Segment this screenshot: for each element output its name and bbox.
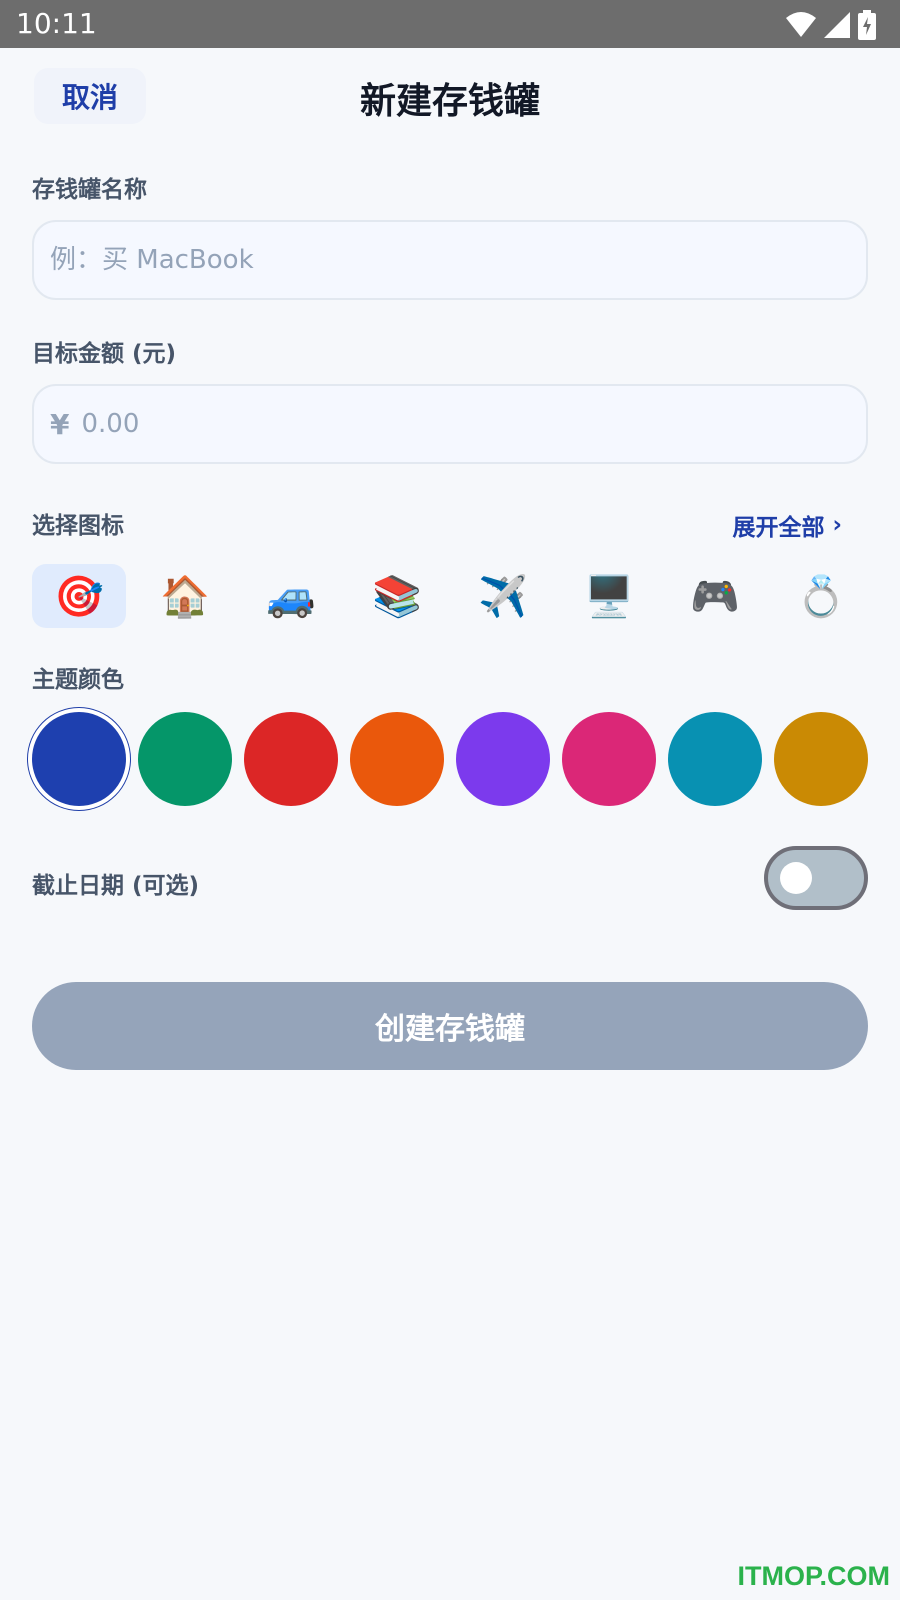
- deadline-toggle[interactable]: [764, 846, 868, 910]
- battery-charging-icon: [858, 10, 876, 40]
- amount-input[interactable]: [81, 409, 866, 439]
- expand-all-link[interactable]: 展开全部 ›: [733, 508, 842, 542]
- name-label: 存钱罐名称: [32, 177, 147, 203]
- toggle-knob: [780, 862, 812, 894]
- cellular-signal-icon: [824, 12, 850, 38]
- create-button[interactable]: 创建存钱罐: [32, 982, 868, 1070]
- currency-symbol: ¥: [50, 407, 70, 441]
- icon-section-label: 选择图标: [32, 513, 124, 539]
- color-swatch[interactable]: [774, 712, 868, 806]
- car-icon[interactable]: 🚙: [244, 564, 338, 628]
- header: 取消 新建存钱罐: [0, 48, 900, 148]
- amount-label: 目标金额 (元): [32, 341, 177, 367]
- status-time: 10:11: [16, 7, 97, 40]
- theme-color-label: 主题颜色: [32, 667, 124, 693]
- status-bar: 10:11: [0, 0, 900, 48]
- color-swatch[interactable]: [668, 712, 762, 806]
- computer-icon[interactable]: 🖥️: [562, 564, 656, 628]
- watermark: ITMOP.COM: [737, 1561, 890, 1591]
- books-icon[interactable]: 📚: [350, 564, 444, 628]
- house-icon[interactable]: 🏠: [138, 564, 232, 628]
- target-icon[interactable]: 🎯: [32, 564, 126, 628]
- color-picker: [32, 712, 868, 806]
- icon-picker: 🎯 🏠 🚙 📚 ✈️ 🖥️ 🎮 💍: [32, 564, 868, 628]
- ring-icon[interactable]: 💍: [774, 564, 868, 628]
- chevron-right-icon: ›: [832, 512, 842, 538]
- color-swatch[interactable]: [244, 712, 338, 806]
- wifi-icon: [786, 12, 816, 37]
- color-swatch[interactable]: [562, 712, 656, 806]
- color-swatch[interactable]: [350, 712, 444, 806]
- color-swatch[interactable]: [138, 712, 232, 806]
- amount-field[interactable]: ¥: [32, 384, 868, 464]
- color-swatch[interactable]: [456, 712, 550, 806]
- status-icons: [786, 10, 876, 40]
- expand-all-label: 展开全部: [732, 515, 825, 541]
- name-input[interactable]: [50, 245, 866, 275]
- name-field[interactable]: [32, 220, 868, 300]
- color-swatch[interactable]: [32, 712, 126, 806]
- airplane-icon[interactable]: ✈️: [456, 564, 550, 628]
- page-title: 新建存钱罐: [359, 81, 540, 122]
- game-controller-icon[interactable]: 🎮: [668, 564, 762, 628]
- deadline-label: 截止日期 (可选): [32, 873, 200, 899]
